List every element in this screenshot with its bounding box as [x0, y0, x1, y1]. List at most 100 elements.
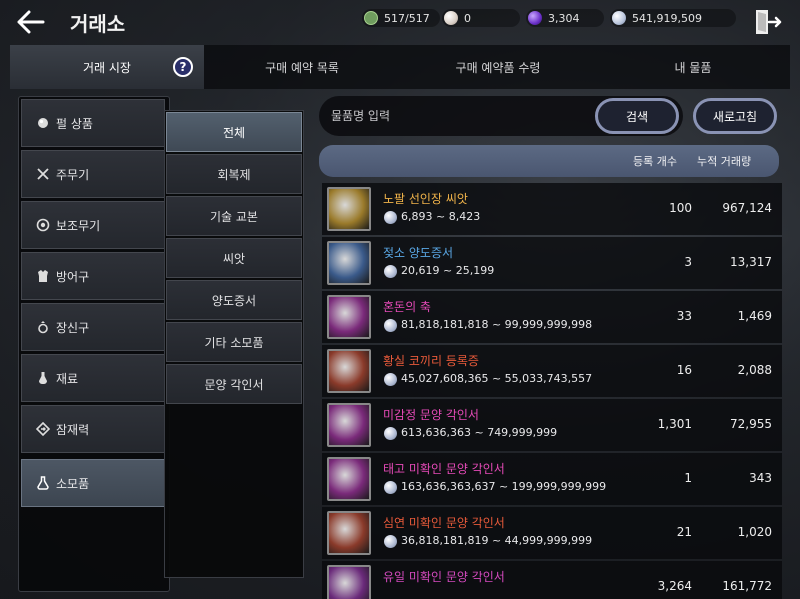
item-total-volume: 2,088: [737, 363, 772, 377]
item-total-volume: 967,124: [722, 201, 772, 215]
item-listing-count: 3: [684, 255, 692, 269]
search-button-label: 검색: [625, 109, 649, 124]
subcategory-transfer-deeds[interactable]: 양도증서: [166, 280, 302, 320]
subcategory-skill-books[interactable]: 기술 교본: [166, 196, 302, 236]
item-price-range: 45,027,608,365 ~ 55,033,743,557: [401, 372, 593, 385]
energy-icon: [364, 11, 378, 25]
item-thumbnail: [327, 241, 371, 285]
subcategory-label: 기술 교본: [210, 209, 258, 224]
flask-icon: [37, 476, 49, 490]
item-thumbnail: [327, 349, 371, 393]
purple-gem-icon: [528, 11, 542, 25]
item-total-volume: 343: [749, 471, 772, 485]
category-label: 소모품: [56, 476, 90, 491]
column-header-count[interactable]: 등록 개수: [633, 153, 677, 169]
back-arrow-icon: [17, 10, 45, 34]
tab-receive-reserved-label: 구매 예약품 수령: [455, 60, 541, 75]
item-listing-count: 1,301: [657, 417, 692, 431]
tab-market-label: 거래 시장: [83, 60, 131, 75]
shield-icon: [36, 218, 50, 232]
silver-coin-icon: [384, 427, 397, 440]
category-pearl-items[interactable]: 펄 상품: [21, 99, 165, 147]
category-label: 장신구: [56, 320, 90, 335]
silver-coin-icon: [612, 11, 626, 25]
refresh-button-label: 새로고침: [712, 109, 758, 124]
help-icon[interactable]: ?: [173, 57, 193, 77]
item-name: 심연 미확인 문양 각인서: [383, 516, 505, 530]
diamond-arrow-icon: [36, 422, 50, 436]
tab-purchase-reservations-label: 구매 예약 목록: [265, 60, 339, 75]
silver-coin-icon: [384, 373, 397, 386]
refresh-button[interactable]: 새로고침: [693, 98, 777, 134]
category-sub-weapon[interactable]: 보조무기: [21, 201, 165, 249]
item-name: 젖소 양도증서: [383, 246, 454, 260]
item-row[interactable]: 혼돈의 축 81,818,181,818 ~ 99,999,999,998 33 1,…: [322, 291, 782, 343]
subcategory-label: 기타 소모품: [204, 335, 264, 350]
pearl-icon: [444, 11, 458, 25]
item-thumbnail: [327, 457, 371, 501]
tab-my-items[interactable]: 내 물품: [596, 45, 790, 89]
item-listing-count: 3,264: [657, 579, 692, 593]
main-tabs: 거래 시장 ? 구매 예약 목록 구매 예약품 수령 내 물품: [10, 45, 790, 89]
list-header: 등록 개수 누적 거래량: [319, 145, 779, 177]
item-row[interactable]: 젖소 양도증서 20,619 ~ 25,199 3 13,317: [322, 237, 782, 289]
page-title: 거래소: [70, 12, 126, 36]
item-thumbnail: [327, 187, 371, 231]
item-thumbnail: [327, 565, 371, 599]
category-potential[interactable]: 잠재력: [21, 405, 165, 453]
category-accessory[interactable]: 장신구: [21, 303, 165, 351]
item-listing-count: 33: [676, 309, 692, 323]
ring-icon: [38, 321, 48, 334]
category-main-weapon[interactable]: 주무기: [21, 150, 165, 198]
pearl-icon: [38, 118, 48, 128]
item-price-range: 6,893 ~ 8,423: [401, 210, 481, 223]
item-total-volume: 72,955: [730, 417, 772, 431]
item-thumbnail: [327, 295, 371, 339]
category-label: 주무기: [56, 167, 90, 182]
search-input[interactable]: [331, 104, 581, 128]
item-row[interactable]: 미감정 문양 각인서 613,636,363 ~ 749,999,999 1,301…: [322, 399, 782, 451]
silver-coin-icon: [384, 319, 397, 332]
item-name: 혼돈의 축: [383, 300, 431, 314]
item-thumbnail: [327, 511, 371, 555]
search-button[interactable]: 검색: [595, 98, 679, 134]
item-thumbnail: [327, 403, 371, 447]
item-row[interactable]: 태고 미확인 문양 각인서 163,636,363,637 ~ 199,999,9…: [322, 453, 782, 505]
item-row[interactable]: 황실 코끼리 등록증 45,027,608,365 ~ 55,033,743,55…: [322, 345, 782, 397]
item-name: 미감정 문양 각인서: [383, 408, 479, 422]
item-listing-count: 1: [684, 471, 692, 485]
category-consumables[interactable]: 소모품: [21, 459, 165, 507]
column-header-total-volume[interactable]: 누적 거래량: [697, 153, 751, 169]
subcategory-label: 문양 각인서: [204, 377, 264, 392]
subcategory-other-consumables[interactable]: 기타 소모품: [166, 322, 302, 362]
item-price-range: 36,818,181,819 ~ 44,999,999,999: [401, 534, 593, 547]
item-row[interactable]: 심연 미확인 문양 각인서 36,818,181,819 ~ 44,999,999…: [322, 507, 782, 559]
exit-button[interactable]: [752, 7, 782, 37]
potion-bottle-icon: [39, 372, 47, 384]
currency-energy-value: 517/517: [384, 11, 430, 25]
item-total-volume: 13,317: [730, 255, 772, 269]
back-button[interactable]: [14, 6, 48, 38]
subcategory-seeds[interactable]: 씨앗: [166, 238, 302, 278]
item-row[interactable]: 유일 미확인 문양 각인서 3,264 161,772: [322, 561, 782, 599]
item-price-range: 163,636,363,637 ~ 199,999,999,999: [401, 480, 607, 493]
subcategory-recovery[interactable]: 회복제: [166, 154, 302, 194]
tab-receive-reserved[interactable]: 구매 예약품 수령: [400, 45, 596, 89]
item-name: 태고 미확인 문양 각인서: [383, 462, 505, 476]
tab-my-items-label: 내 물품: [674, 60, 712, 75]
tab-purchase-reservations[interactable]: 구매 예약 목록: [204, 45, 400, 89]
category-armor[interactable]: 방어구: [21, 252, 165, 300]
subcategory-all[interactable]: 전체: [166, 112, 302, 152]
item-listing-count: 16: [676, 363, 692, 377]
category-label: 재료: [56, 371, 79, 386]
item-row[interactable]: 노팔 선인장 씨앗 6,893 ~ 8,423 100 967,124: [322, 183, 782, 235]
category-label: 방어구: [56, 269, 90, 284]
category-panel: 펄 상품 주무기 보조무기 방어구 장신구 재료 잠재력 소모품: [18, 96, 170, 592]
silver-coin-icon: [384, 535, 397, 548]
currency-energy: 517/517: [362, 9, 440, 27]
item-listing-count: 100: [669, 201, 692, 215]
currency-pearl-value: 0: [464, 11, 471, 25]
category-material[interactable]: 재료: [21, 354, 165, 402]
subcategory-engraving-scrolls[interactable]: 문양 각인서: [166, 364, 302, 404]
item-name: 황실 코끼리 등록증: [383, 354, 479, 368]
